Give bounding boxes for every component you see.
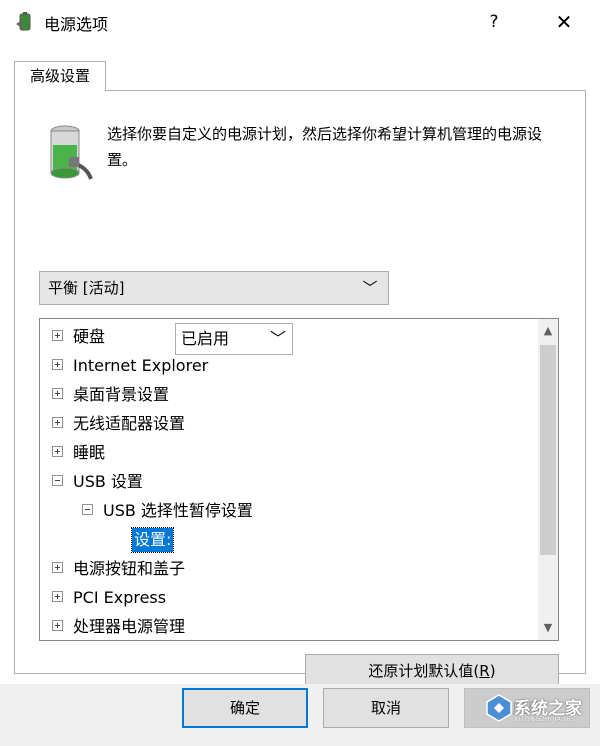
tree-item-usb-settings[interactable]: USB 设置 [52,467,143,496]
power-plan-value: 平衡 [活动] [48,279,125,297]
tree-item-processor-power[interactable]: 处理器电源管理 [52,612,185,640]
tree-item-internet-explorer[interactable]: Internet Explorer [52,351,208,380]
scroll-up-arrow-icon[interactable]: ▲ [538,321,558,341]
collapse-icon[interactable] [82,504,93,515]
tab-advanced-settings[interactable]: 高级设置 [14,61,106,91]
help-button[interactable]: ? [470,6,518,38]
battery-plug-icon [50,125,93,180]
tree-item-power-buttons-lid[interactable]: 电源按钮和盖子 [52,554,185,583]
tree-item-sleep[interactable]: 睡眠 [52,438,105,467]
chevron-down-icon: ﹀ [362,279,378,297]
tree-item-pci-express[interactable]: PCI Express [52,583,166,612]
restore-defaults-button[interactable]: 还原计划默认值(R) [305,654,559,688]
expand-icon[interactable] [52,417,63,428]
tree-item-usb-selective-suspend[interactable]: USB 选择性暂停设置 [82,496,253,525]
watermark-logo-icon [486,694,512,722]
tree-scrollbar[interactable]: ▲ ▼ [538,319,558,640]
expand-icon[interactable] [52,446,63,457]
power-options-icon [16,12,31,31]
tab-panel: 选择你要自定义的电源计划，然后选择你希望计算机管理的电源设置。 平衡 [活动] … [14,90,586,688]
expand-icon[interactable] [52,620,63,631]
title-bar: 电源选项 ? ✕ [0,0,600,44]
tree-item-setting[interactable]: 设置: [130,525,175,554]
setting-select-value: 已启用 [181,329,230,348]
expand-icon[interactable] [52,359,63,370]
settings-tree[interactable]: 硬盘 Internet Explorer 桌面背景设置 无线适配器设置 睡眠 U… [39,318,559,641]
collapse-icon[interactable] [52,475,63,486]
tree-item-hard-disk[interactable]: 硬盘 [52,322,105,351]
power-plan-select[interactable]: 平衡 [活动] ﹀ [39,271,389,305]
setting-label: 设置: [130,527,175,553]
usb-suspend-setting-select[interactable]: 已启用 ﹀ [175,323,293,355]
scroll-thumb[interactable] [540,345,556,555]
scroll-down-arrow-icon[interactable]: ▼ [538,618,558,638]
tree-item-desktop-background[interactable]: 桌面背景设置 [52,380,169,409]
close-button[interactable]: ✕ [540,6,588,38]
expand-icon[interactable] [52,591,63,602]
window-title: 电源选项 [44,15,109,34]
watermark: 系统之家 XITONGZHIJIA.NET [486,690,596,730]
expand-icon[interactable] [52,330,63,341]
cancel-button[interactable]: 取消 [323,688,449,728]
watermark-sub: XITONGZHIJIA.NET [514,716,578,723]
ok-button[interactable]: 确定 [182,688,308,728]
tree-item-wireless-adapter[interactable]: 无线适配器设置 [52,409,185,438]
chevron-down-icon: ﹀ [269,329,286,348]
description-text: 选择你要自定义的电源计划，然后选择你希望计算机管理的电源设置。 [107,125,543,169]
expand-icon[interactable] [52,388,63,399]
dialog-content: 高级设置 选择你要自定义的电源计划，然后选择你希望计算机管理的电源设置。 平衡 … [0,44,600,688]
expand-icon[interactable] [52,562,63,573]
